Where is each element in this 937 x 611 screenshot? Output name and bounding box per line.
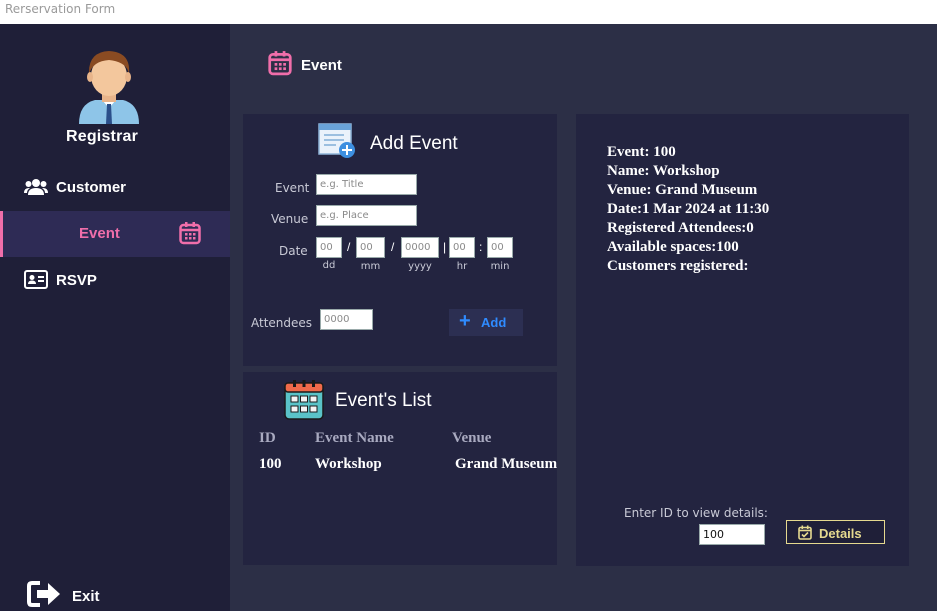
- column-header-venue: Venue: [452, 430, 492, 446]
- sidebar-item-rsvp-label: RSVP: [56, 272, 97, 289]
- venue-field-label: Venue: [271, 212, 309, 226]
- sidebar-item-rsvp[interactable]: RSVP: [0, 258, 230, 304]
- cell-id: 100: [259, 456, 282, 472]
- date-separator: /: [391, 240, 395, 254]
- sidebar-item-event-label: Event: [79, 225, 120, 242]
- user-avatar-icon: [79, 51, 139, 124]
- date-day-input[interactable]: [316, 237, 342, 258]
- window-titlebar: Rerservation Form: [0, 0, 937, 24]
- date-separator: /: [347, 240, 351, 254]
- attendees-input[interactable]: [320, 309, 373, 330]
- exit-label: Exit: [72, 588, 100, 605]
- details-button[interactable]: Details: [786, 520, 885, 544]
- event-title-input[interactable]: [316, 174, 417, 195]
- detail-line-date: Date:1 Mar 2024 at 11:30: [607, 201, 770, 217]
- detail-line-event-id: Event: 100: [607, 144, 676, 160]
- plus-icon: +: [459, 310, 471, 332]
- column-header-id: ID: [259, 430, 276, 446]
- add-button-label: Add: [481, 315, 507, 330]
- cell-venue: Grand Museum: [455, 456, 557, 472]
- venue-input[interactable]: [316, 205, 417, 226]
- year-sublabel: yyyy: [408, 261, 432, 272]
- exit-icon: [27, 581, 60, 607]
- sidebar-item-customer-label: Customer: [56, 179, 127, 196]
- window-title: Rerservation Form: [5, 2, 116, 16]
- month-sublabel: mm: [360, 261, 381, 272]
- minute-sublabel: min: [490, 261, 510, 272]
- active-indicator: [0, 211, 3, 257]
- add-document-icon: [318, 123, 355, 158]
- calendar-icon: [268, 51, 292, 76]
- id-card-icon: [24, 270, 48, 289]
- date-separator: |: [443, 240, 447, 254]
- date-year-input[interactable]: [401, 237, 439, 258]
- detail-line-venue: Venue: Grand Museum: [607, 182, 758, 198]
- day-sublabel: dd: [322, 260, 336, 271]
- exit-button[interactable]: Exit: [0, 572, 230, 611]
- detail-line-customers: Customers registered:: [607, 258, 749, 274]
- event-field-label: Event: [275, 181, 310, 195]
- user-role-label: Registrar: [65, 128, 139, 145]
- cell-event-name: Workshop: [315, 456, 382, 472]
- details-button-label: Details: [819, 526, 862, 541]
- enter-id-label: Enter ID to view details:: [624, 506, 768, 520]
- sidebar-item-event[interactable]: Event: [0, 211, 230, 257]
- event-id-input[interactable]: [699, 524, 765, 545]
- add-event-button[interactable]: + Add: [449, 309, 523, 336]
- date-month-input[interactable]: [356, 237, 385, 258]
- date-minute-input[interactable]: [487, 237, 513, 258]
- hour-sublabel: hr: [456, 261, 468, 272]
- page-title: Event: [301, 57, 342, 74]
- sidebar-item-customer[interactable]: Customer: [0, 165, 230, 211]
- date-hour-input[interactable]: [449, 237, 475, 258]
- sidebar: Registrar Customer Event RSVP Exit: [0, 24, 230, 611]
- detail-line-registered: Registered Attendees:0: [607, 220, 754, 236]
- page-header: Event: [268, 50, 342, 81]
- calendar-check-icon: [798, 525, 812, 540]
- detail-line-name: Name: Workshop: [607, 163, 720, 179]
- column-header-event-name: Event Name: [315, 430, 394, 446]
- detail-line-available: Available spaces:100: [607, 239, 739, 255]
- time-separator: :: [479, 240, 483, 254]
- event-details-text: Event: 100 Name: Workshop Venue: Grand M…: [607, 143, 769, 276]
- calendar-list-icon: [284, 380, 324, 420]
- users-icon: [24, 179, 48, 195]
- calendar-icon: [179, 222, 201, 245]
- add-event-title: Add Event: [370, 133, 458, 154]
- events-list-title: Event's List: [335, 390, 432, 411]
- date-field-label: Date: [279, 244, 308, 258]
- attendees-field-label: Attendees: [251, 316, 313, 330]
